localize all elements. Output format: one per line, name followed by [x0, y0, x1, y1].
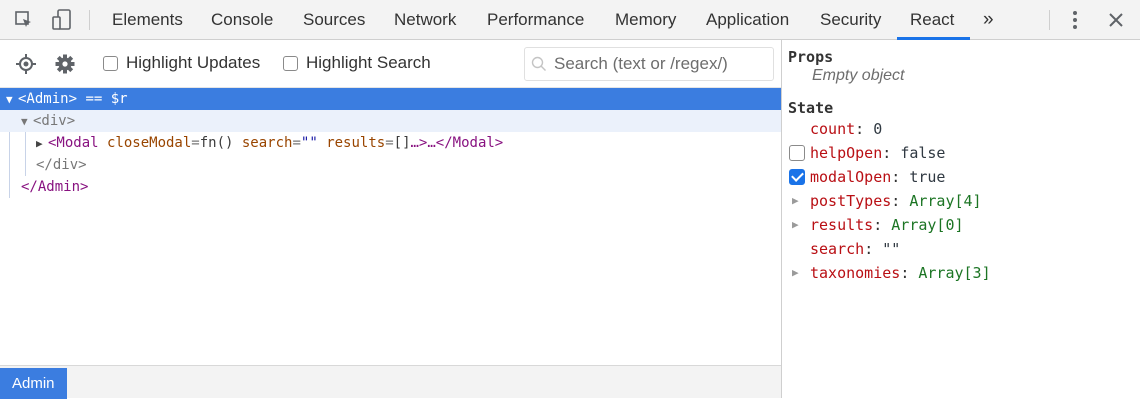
props-state-pane: Props Empty object State count: 0 helpOp…	[782, 40, 1140, 398]
more-tabs-button[interactable]: »	[970, 0, 1007, 40]
prop-equals: =	[385, 135, 394, 151]
prop-value: []	[393, 135, 411, 151]
search-icon	[531, 56, 547, 77]
toolbar-divider	[1049, 10, 1050, 30]
state-item-taxonomies[interactable]: ▶ taxonomies: Array[3]	[782, 262, 1140, 284]
search-placeholder: Search (text or /regex/)	[554, 54, 728, 73]
collapse-triangle-icon[interactable]: ▼	[6, 89, 18, 111]
state-key: taxonomies	[810, 264, 901, 282]
highlight-updates-checkbox[interactable]	[103, 56, 118, 71]
instance-ref: == $r	[77, 91, 128, 107]
state-key: count	[810, 120, 856, 138]
modal-open-tag: <Modal	[48, 135, 99, 151]
state-heading: State	[788, 99, 834, 117]
highlight-search-checkbox[interactable]	[283, 56, 298, 71]
tab-memory[interactable]: Memory	[602, 0, 689, 40]
state-key: helpOpen	[810, 144, 883, 162]
collapsed-children: …>…	[410, 135, 436, 151]
state-item-helpopen[interactable]: helpOpen: false	[782, 142, 1140, 164]
prop-equals: =	[292, 135, 301, 151]
more-options-icon[interactable]	[1063, 8, 1087, 32]
state-item-results[interactable]: ▶ results: Array[0]	[782, 214, 1140, 236]
div-close-tag: </div>	[36, 157, 87, 173]
state-value: Array[0]	[891, 216, 964, 234]
close-icon[interactable]	[1104, 8, 1128, 32]
breadcrumb-item-admin[interactable]: Admin	[0, 368, 67, 399]
state-value: Array[4]	[909, 192, 982, 210]
tab-security[interactable]: Security	[807, 0, 894, 40]
prop-value: fn()	[199, 135, 234, 151]
tree-node-div[interactable]: ▼ <div>	[0, 110, 781, 132]
select-element-icon[interactable]	[14, 52, 38, 76]
prop-name: search	[233, 135, 293, 151]
breadcrumb: Admin	[0, 365, 781, 399]
tree-node-modal[interactable]: ▶ <Modal closeModal=fn() search="" result…	[0, 132, 781, 154]
state-item-count[interactable]: count: 0	[782, 118, 1140, 140]
state-value[interactable]: 0	[873, 120, 882, 138]
state-value[interactable]: false	[900, 144, 945, 162]
state-key: postTypes	[810, 192, 892, 210]
highlight-updates-label[interactable]: Highlight Updates	[126, 53, 260, 73]
expand-triangle-icon[interactable]: ▶	[36, 133, 48, 155]
modalopen-checkbox[interactable]	[789, 169, 805, 185]
tree-node-admin[interactable]: ▼ <Admin> == $r	[0, 88, 781, 110]
state-item-posttypes[interactable]: ▶ postTypes: Array[4]	[782, 190, 1140, 212]
helpopen-checkbox[interactable]	[789, 145, 805, 161]
expand-triangle-icon[interactable]: ▶	[792, 214, 799, 236]
prop-equals: =	[191, 135, 200, 151]
props-heading: Props	[788, 48, 834, 66]
admin-open-tag: <Admin>	[18, 91, 78, 107]
div-open-tag: <div>	[33, 113, 76, 129]
highlight-search-label[interactable]: Highlight Search	[306, 53, 431, 73]
tab-elements[interactable]: Elements	[99, 0, 196, 40]
state-key: results	[810, 216, 874, 234]
state-value[interactable]: true	[909, 168, 945, 186]
prop-value: ""	[300, 135, 318, 151]
state-value[interactable]: ""	[882, 240, 900, 258]
tab-network[interactable]: Network	[381, 0, 469, 40]
state-key: search	[810, 240, 865, 258]
tab-console[interactable]: Console	[198, 0, 286, 40]
search-input[interactable]: Search (text or /regex/)	[524, 47, 774, 81]
props-empty-text: Empty object	[812, 67, 905, 84]
tab-performance[interactable]: Performance	[474, 0, 597, 40]
tab-sources[interactable]: Sources	[290, 0, 378, 40]
state-item-search[interactable]: search: ""	[782, 238, 1140, 260]
collapse-triangle-icon[interactable]: ▼	[21, 111, 33, 133]
admin-close-tag: </Admin>	[21, 179, 89, 195]
device-toggle-icon[interactable]	[50, 8, 74, 32]
tab-application[interactable]: Application	[693, 0, 802, 40]
state-key: modalOpen	[810, 168, 892, 186]
expand-triangle-icon[interactable]: ▶	[792, 262, 799, 284]
expand-triangle-icon[interactable]: ▶	[792, 190, 799, 212]
react-toolbar: Highlight Updates Highlight Search Searc…	[0, 40, 781, 88]
settings-gear-icon[interactable]	[53, 52, 77, 76]
state-value: Array[3]	[918, 264, 991, 282]
component-tree: ▼ <Admin> == $r ▼ <div> ▶ <Modal closeModal…	[0, 88, 781, 365]
tree-node-div-close[interactable]: </div>	[0, 154, 781, 176]
devtools-tab-bar: Elements Console Sources Network Perform…	[0, 0, 1140, 40]
tab-react[interactable]: React	[897, 0, 970, 40]
modal-close-tag: </Modal>	[435, 135, 504, 151]
toolbar-divider	[89, 10, 90, 30]
state-item-modalopen[interactable]: modalOpen: true	[782, 166, 1140, 188]
prop-name: results	[317, 135, 386, 151]
inspect-icon[interactable]	[12, 8, 36, 32]
tree-node-admin-close[interactable]: </Admin>	[0, 176, 781, 198]
prop-name: closeModal	[98, 135, 192, 151]
